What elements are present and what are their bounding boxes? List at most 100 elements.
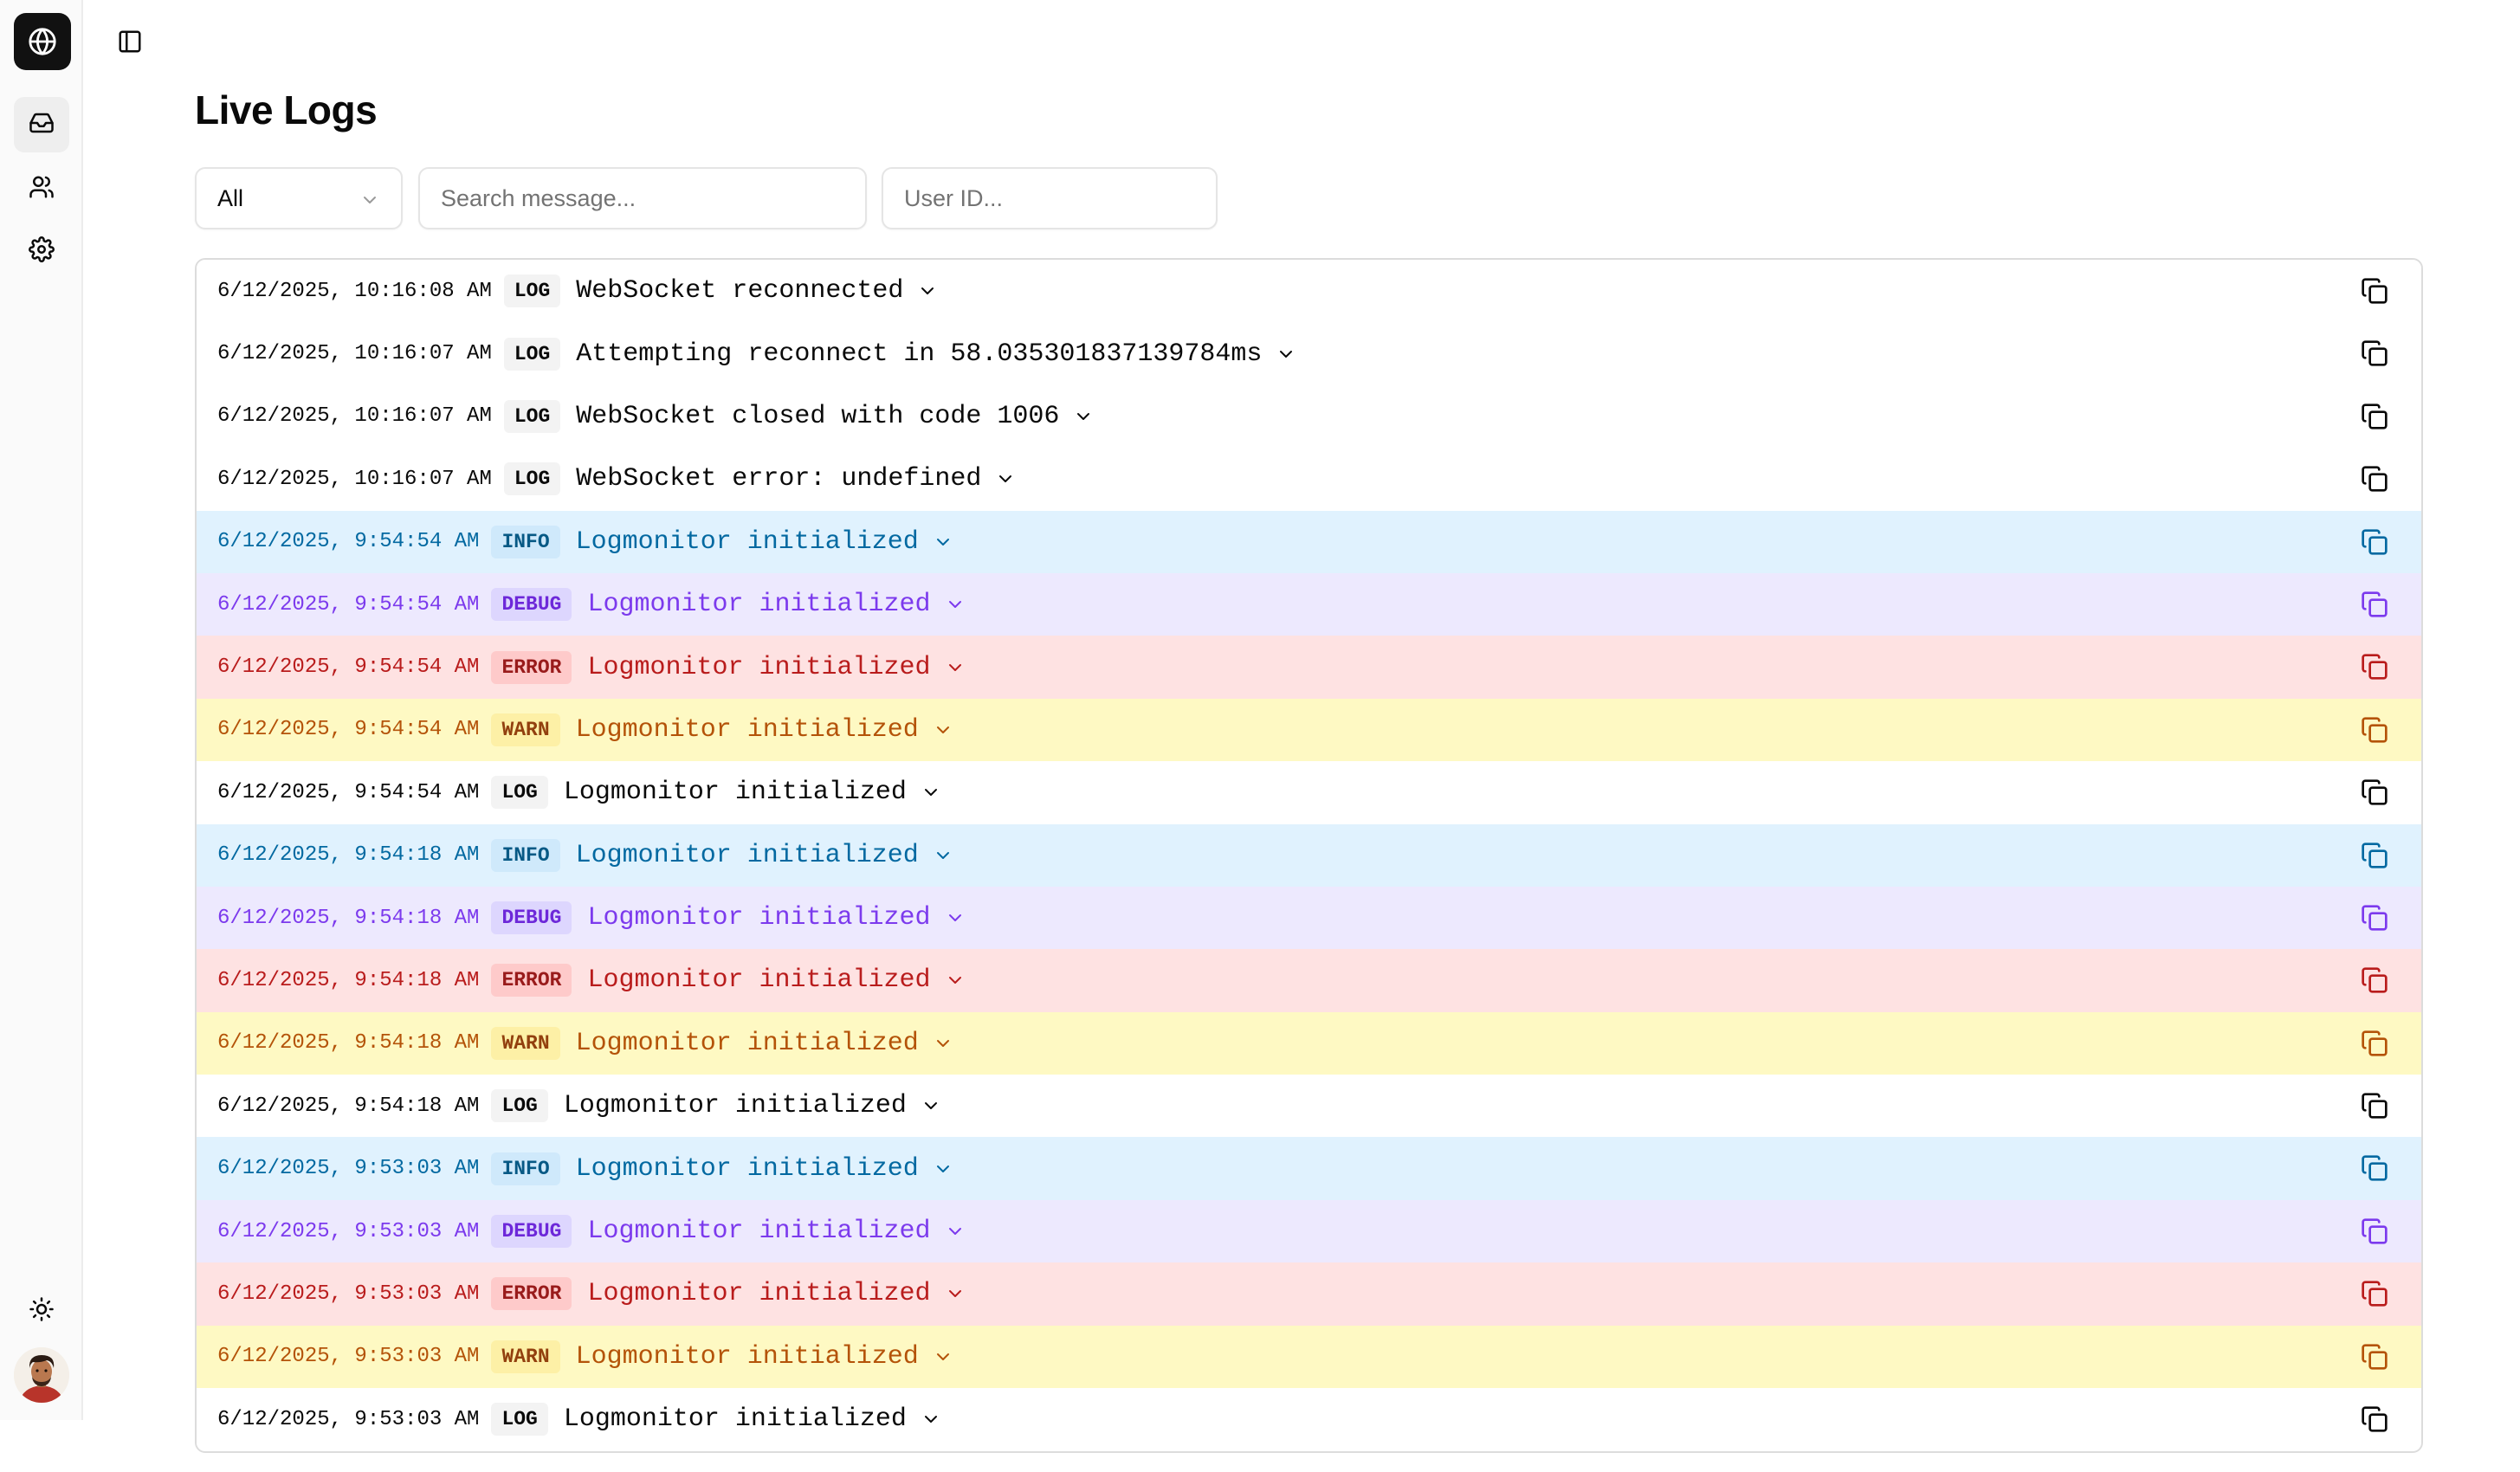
- log-row[interactable]: 6/12/2025, 10:16:08 AM LOG WebSocket recon…: [197, 260, 2421, 323]
- log-row[interactable]: 6/12/2025, 9:54:54 AM ERROR Logmonitor ini…: [197, 636, 2421, 699]
- log-level-badge: LOG: [491, 776, 548, 810]
- copy-icon[interactable]: [2359, 401, 2390, 432]
- log-level-badge: LOG: [491, 1089, 548, 1123]
- chevron-down-icon[interactable]: [945, 657, 966, 678]
- chevron-down-icon[interactable]: [933, 1033, 953, 1054]
- chevron-down-icon[interactable]: [945, 594, 966, 615]
- copy-icon[interactable]: [2359, 1278, 2390, 1309]
- log-row[interactable]: 6/12/2025, 9:53:03 AM LOG Logmonitor initi…: [197, 1388, 2421, 1451]
- log-timestamp: 6/12/2025, 10:16:07 AM: [217, 342, 492, 366]
- log-level-badge: LOG: [503, 274, 561, 308]
- chevron-down-icon[interactable]: [933, 1346, 953, 1367]
- chevron-down-icon[interactable]: [933, 532, 953, 552]
- globe-icon[interactable]: [14, 13, 71, 70]
- log-row[interactable]: 6/12/2025, 9:54:54 AM LOG Logmonitor initi…: [197, 761, 2421, 824]
- log-message: Logmonitor initialized: [587, 652, 931, 682]
- log-message: Logmonitor initialized: [575, 1153, 919, 1184]
- copy-icon[interactable]: [2359, 714, 2390, 746]
- log-message: Logmonitor initialized: [587, 1279, 931, 1309]
- chevron-down-icon[interactable]: [945, 1221, 966, 1242]
- log-timestamp: 6/12/2025, 9:53:03 AM: [217, 1407, 480, 1431]
- chevron-down-icon[interactable]: [1073, 406, 1094, 427]
- log-row[interactable]: 6/12/2025, 9:53:03 AM ERROR Logmonitor ini…: [197, 1262, 2421, 1326]
- log-message: Logmonitor initialized: [563, 1404, 907, 1435]
- copy-icon[interactable]: [2359, 840, 2390, 871]
- log-message: Logmonitor initialized: [587, 1217, 931, 1247]
- copy-icon[interactable]: [2359, 338, 2390, 369]
- copy-icon[interactable]: [2359, 902, 2390, 933]
- copy-icon[interactable]: [2359, 1090, 2390, 1121]
- sidebar: [0, 0, 83, 1420]
- copy-icon[interactable]: [2359, 526, 2390, 558]
- copy-icon[interactable]: [2359, 1341, 2390, 1372]
- log-row[interactable]: 6/12/2025, 9:54:18 AM INFO Logmonitor init…: [197, 823, 2421, 887]
- log-message: Logmonitor initialized: [587, 903, 931, 933]
- copy-icon[interactable]: [2359, 1152, 2390, 1184]
- chevron-down-icon[interactable]: [995, 468, 1016, 489]
- log-message: WebSocket closed with code 1006: [576, 401, 1060, 431]
- chevron-down-icon[interactable]: [945, 907, 966, 928]
- log-level-badge: LOG: [503, 462, 561, 496]
- sidebar-item-users[interactable]: [14, 161, 69, 216]
- log-row[interactable]: 6/12/2025, 9:53:03 AM DEBUG Logmonitor ini…: [197, 1199, 2421, 1263]
- chevron-down-icon[interactable]: [945, 1283, 966, 1304]
- copy-icon[interactable]: [2359, 777, 2390, 808]
- chevron-down-icon[interactable]: [933, 845, 953, 866]
- log-row[interactable]: 6/12/2025, 10:16:07 AM LOG WebSocket error…: [197, 448, 2421, 511]
- log-timestamp: 6/12/2025, 9:54:18 AM: [217, 1094, 480, 1118]
- user-avatar[interactable]: [14, 1347, 69, 1403]
- log-row[interactable]: 6/12/2025, 9:53:03 AM WARN Logmonitor init…: [197, 1325, 2421, 1389]
- search-input[interactable]: [418, 167, 867, 229]
- log-row[interactable]: 6/12/2025, 9:54:18 AM DEBUG Logmonitor ini…: [197, 886, 2421, 950]
- log-timestamp: 6/12/2025, 9:54:18 AM: [217, 843, 480, 868]
- log-row[interactable]: 6/12/2025, 10:16:07 AM LOG Attempting reco…: [197, 322, 2421, 385]
- chevron-down-icon[interactable]: [1276, 344, 1296, 365]
- log-row[interactable]: 6/12/2025, 9:54:54 AM WARN Logmonitor init…: [197, 698, 2421, 762]
- log-row[interactable]: 6/12/2025, 9:54:18 AM WARN Logmonitor init…: [197, 1011, 2421, 1075]
- log-message: Attempting reconnect in 58.0353018371397…: [576, 339, 1263, 369]
- log-level-badge: INFO: [491, 525, 560, 558]
- theme-toggle-button[interactable]: [14, 1283, 69, 1339]
- copy-icon[interactable]: [2359, 651, 2390, 682]
- chevron-down-icon[interactable]: [921, 1095, 941, 1116]
- sidebar-item-settings[interactable]: [14, 223, 69, 279]
- chevron-down-icon[interactable]: [945, 970, 966, 991]
- chevron-down-icon[interactable]: [917, 281, 938, 301]
- chevron-down-icon[interactable]: [933, 720, 953, 740]
- copy-icon[interactable]: [2359, 589, 2390, 620]
- log-timestamp: 6/12/2025, 9:54:54 AM: [217, 718, 480, 742]
- log-row[interactable]: 6/12/2025, 9:54:18 AM ERROR Logmonitor ini…: [197, 949, 2421, 1012]
- log-row[interactable]: 6/12/2025, 10:16:07 AM LOG WebSocket close…: [197, 384, 2421, 449]
- level-select[interactable]: All: [195, 167, 403, 229]
- log-level-badge: INFO: [491, 838, 560, 872]
- copy-icon[interactable]: [2359, 1216, 2390, 1247]
- settings-gear-icon: [29, 236, 55, 267]
- log-level-badge: WARN: [491, 1340, 560, 1373]
- copy-icon[interactable]: [2359, 463, 2390, 494]
- copy-icon[interactable]: [2359, 965, 2390, 996]
- log-timestamp: 6/12/2025, 9:54:18 AM: [217, 968, 480, 992]
- log-list: 6/12/2025, 10:16:08 AM LOG WebSocket recon…: [195, 258, 2423, 1453]
- sidebar-item-inbox[interactable]: [14, 97, 69, 152]
- copy-icon[interactable]: [2359, 1028, 2390, 1059]
- log-timestamp: 6/12/2025, 9:54:54 AM: [217, 780, 480, 804]
- user-id-input[interactable]: [882, 167, 1218, 229]
- sidebar-toggle-icon: [117, 29, 143, 59]
- page-title: Live Logs: [195, 87, 378, 132]
- log-row[interactable]: 6/12/2025, 9:54:18 AM LOG Logmonitor initi…: [197, 1075, 2421, 1138]
- copy-icon[interactable]: [2359, 1404, 2390, 1435]
- copy-icon[interactable]: [2359, 275, 2390, 307]
- log-row[interactable]: 6/12/2025, 9:54:54 AM INFO Logmonitor init…: [197, 510, 2421, 573]
- log-level-badge: WARN: [491, 1026, 560, 1060]
- chevron-down-icon[interactable]: [921, 782, 941, 803]
- sidebar-toggle-button[interactable]: [111, 24, 149, 62]
- log-row[interactable]: 6/12/2025, 9:54:54 AM DEBUG Logmonitor ini…: [197, 572, 2421, 636]
- chevron-down-icon[interactable]: [933, 1159, 953, 1179]
- chevron-down-icon: [359, 190, 380, 216]
- log-row[interactable]: 6/12/2025, 9:53:03 AM INFO Logmonitor init…: [197, 1137, 2421, 1200]
- log-message: Logmonitor initialized: [575, 840, 919, 870]
- log-message: Logmonitor initialized: [575, 1341, 919, 1372]
- log-level-badge: LOG: [503, 337, 561, 371]
- chevron-down-icon[interactable]: [921, 1409, 941, 1430]
- log-timestamp: 6/12/2025, 10:16:07 AM: [217, 404, 492, 429]
